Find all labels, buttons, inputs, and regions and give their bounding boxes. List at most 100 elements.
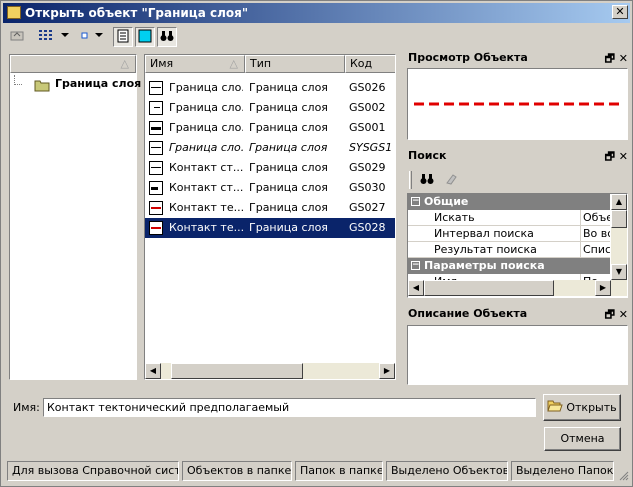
property-group-label: Параметры поиска [424,259,545,272]
preview-toggle-icon[interactable] [135,27,155,47]
property-value[interactable]: Списк [580,242,610,257]
close-pane-icon[interactable]: ✕ [619,150,628,163]
status-selected-objects: Выделено Объектов: 1 [386,461,508,481]
preview-pane-title: Просмотр Объекта 🗗 ✕ [408,51,628,65]
float-pane-icon[interactable]: 🗗 [605,308,615,321]
row-type: Граница слоя [249,221,328,234]
scroll-thumb[interactable] [611,210,627,228]
scroll-left-icon[interactable]: ◀ [145,363,161,379]
folder-tree-panel: △ Граница слоя [9,54,141,380]
property-value[interactable]: Объек [580,210,610,225]
collapse-icon[interactable]: − [411,197,420,206]
property-row[interactable]: Результат поиска Списк [408,242,610,258]
search-toolbar [407,169,627,191]
preview-pane: Просмотр Объекта 🗗 ✕ [405,49,630,141]
row-code: GS001 [349,121,386,134]
search-binoculars-icon[interactable] [419,171,435,190]
property-group-header[interactable]: − Параметры поиска [408,258,610,274]
line-style-icon [149,181,163,195]
style-dropdown-arrow-icon[interactable] [93,27,105,47]
line-style-icon [149,101,163,115]
row-type: Граница слоя [249,201,328,214]
list-row[interactable]: Граница сло... Граница слоя GS002 [145,98,395,118]
list-row[interactable]: Контакт те... Граница слоя GS027 [145,198,395,218]
dialog-window: Открыть объект "Граница слоя" ✕ △ Границ… [0,0,633,487]
close-window-button[interactable]: ✕ [612,5,628,19]
scroll-left-icon[interactable]: ◀ [408,280,424,296]
view-list-icon[interactable] [35,27,59,47]
preview-canvas [407,68,628,140]
row-code: GS002 [349,101,386,114]
line-style-icon [149,221,163,235]
property-group-label: Общие [424,195,469,208]
description-pane: Описание Объекта 🗗 ✕ [405,305,630,386]
clear-search-icon[interactable] [443,171,459,190]
scroll-up-icon[interactable]: ▲ [611,194,627,210]
row-name: Граница сло... [169,141,243,154]
toolbar [5,27,205,47]
tree-root-label[interactable]: Граница слоя [55,77,141,90]
row-type: Граница слоя [249,161,328,174]
row-name: Контакт ст... [169,181,243,194]
small-square-icon[interactable] [75,27,95,47]
collapse-icon[interactable]: − [411,261,420,270]
list-row[interactable]: Контакт ст... Граница слоя GS030 [145,178,395,198]
column-header-name[interactable]: Имя △ [145,55,245,73]
scroll-thumb[interactable] [424,280,554,296]
property-value[interactable]: Во все [580,226,610,241]
name-input[interactable]: Контакт тектонический предполагаемый [43,398,536,417]
float-pane-icon[interactable]: 🗗 [605,150,615,163]
row-type: Граница слоя [249,121,328,134]
list-row[interactable]: Контакт ст... Граница слоя GS029 [145,158,395,178]
row-type: Граница слоя [249,181,328,194]
property-row[interactable]: Искать Объек [408,210,610,226]
search-property-grid: −ОбщиеИскатьОбъекИнтервал поискаВо всеРе… [407,193,628,298]
column-header-type[interactable]: Тип [245,55,345,73]
search-pane: Поиск 🗗 ✕ −ОбщиеИскатьОбъекИнтервал поис… [405,147,630,299]
description-pane-title: Описание Объекта 🗗 ✕ [408,307,628,321]
row-code: GS028 [349,221,386,234]
row-name: Контакт ст... [169,161,243,174]
app-folder-icon [7,6,21,19]
property-row[interactable]: Интервал поиска Во все [408,226,610,242]
binoculars-icon[interactable] [157,27,177,47]
close-pane-icon[interactable]: ✕ [619,308,628,321]
status-selected-folders: Выделено Папок: 0 [511,461,614,481]
status-help-text: Для вызова Справочной систе [7,461,179,481]
resize-grip-icon[interactable] [617,469,629,481]
float-pane-icon[interactable]: 🗗 [605,52,615,65]
list-row[interactable]: Контакт те... Граница слоя GS028 [145,218,395,238]
row-name: Граница сло... [169,121,243,134]
status-objects-count: Объектов в папке: 8 [182,461,292,481]
list-row[interactable]: Граница сло... Граница слоя GS026 [145,78,395,98]
column-header-code[interactable]: Код [345,55,395,73]
search-pane-title: Поиск 🗗 ✕ [408,149,628,163]
scroll-right-icon[interactable]: ▶ [379,363,395,379]
list-row[interactable]: Граница сло... Граница слоя GS001 [145,118,395,138]
cancel-button[interactable]: Отмена [544,427,621,451]
tree-root-folder-icon[interactable] [34,79,50,95]
folder-up-icon[interactable] [7,27,27,47]
scroll-down-icon[interactable]: ▼ [611,264,627,280]
row-type: Граница слоя [249,141,328,154]
sort-up-icon: △ [120,57,129,70]
scroll-right-icon[interactable]: ▶ [595,280,611,296]
object-list-panel: Имя △ Тип Код Граница сло... Граница слоя… [144,54,396,380]
open-folder-icon [547,396,564,421]
title-bar: Открыть объект "Граница слоя" ✕ [3,3,630,23]
list-row[interactable]: Граница сло... Граница слоя SYSGS1 [145,138,395,158]
property-group-header[interactable]: − Общие [408,194,610,210]
open-button[interactable]: Открыть [543,394,621,421]
close-pane-icon[interactable]: ✕ [619,52,628,65]
page-view-icon[interactable] [113,27,133,47]
row-code: GS029 [349,161,386,174]
description-text-area[interactable] [407,325,628,385]
view-dropdown-arrow-icon[interactable] [59,27,71,47]
row-code: GS030 [349,181,386,194]
properties-horizontal-scrollbar[interactable]: ◀ ▶ [408,280,627,296]
scroll-thumb[interactable] [171,363,303,379]
row-code: SYSGS1 [349,141,393,154]
list-horizontal-scrollbar[interactable]: ◀ ▶ [145,363,395,379]
properties-vertical-scrollbar[interactable]: ▲ ▼ [611,194,627,280]
sort-up-icon: △ [229,57,238,70]
